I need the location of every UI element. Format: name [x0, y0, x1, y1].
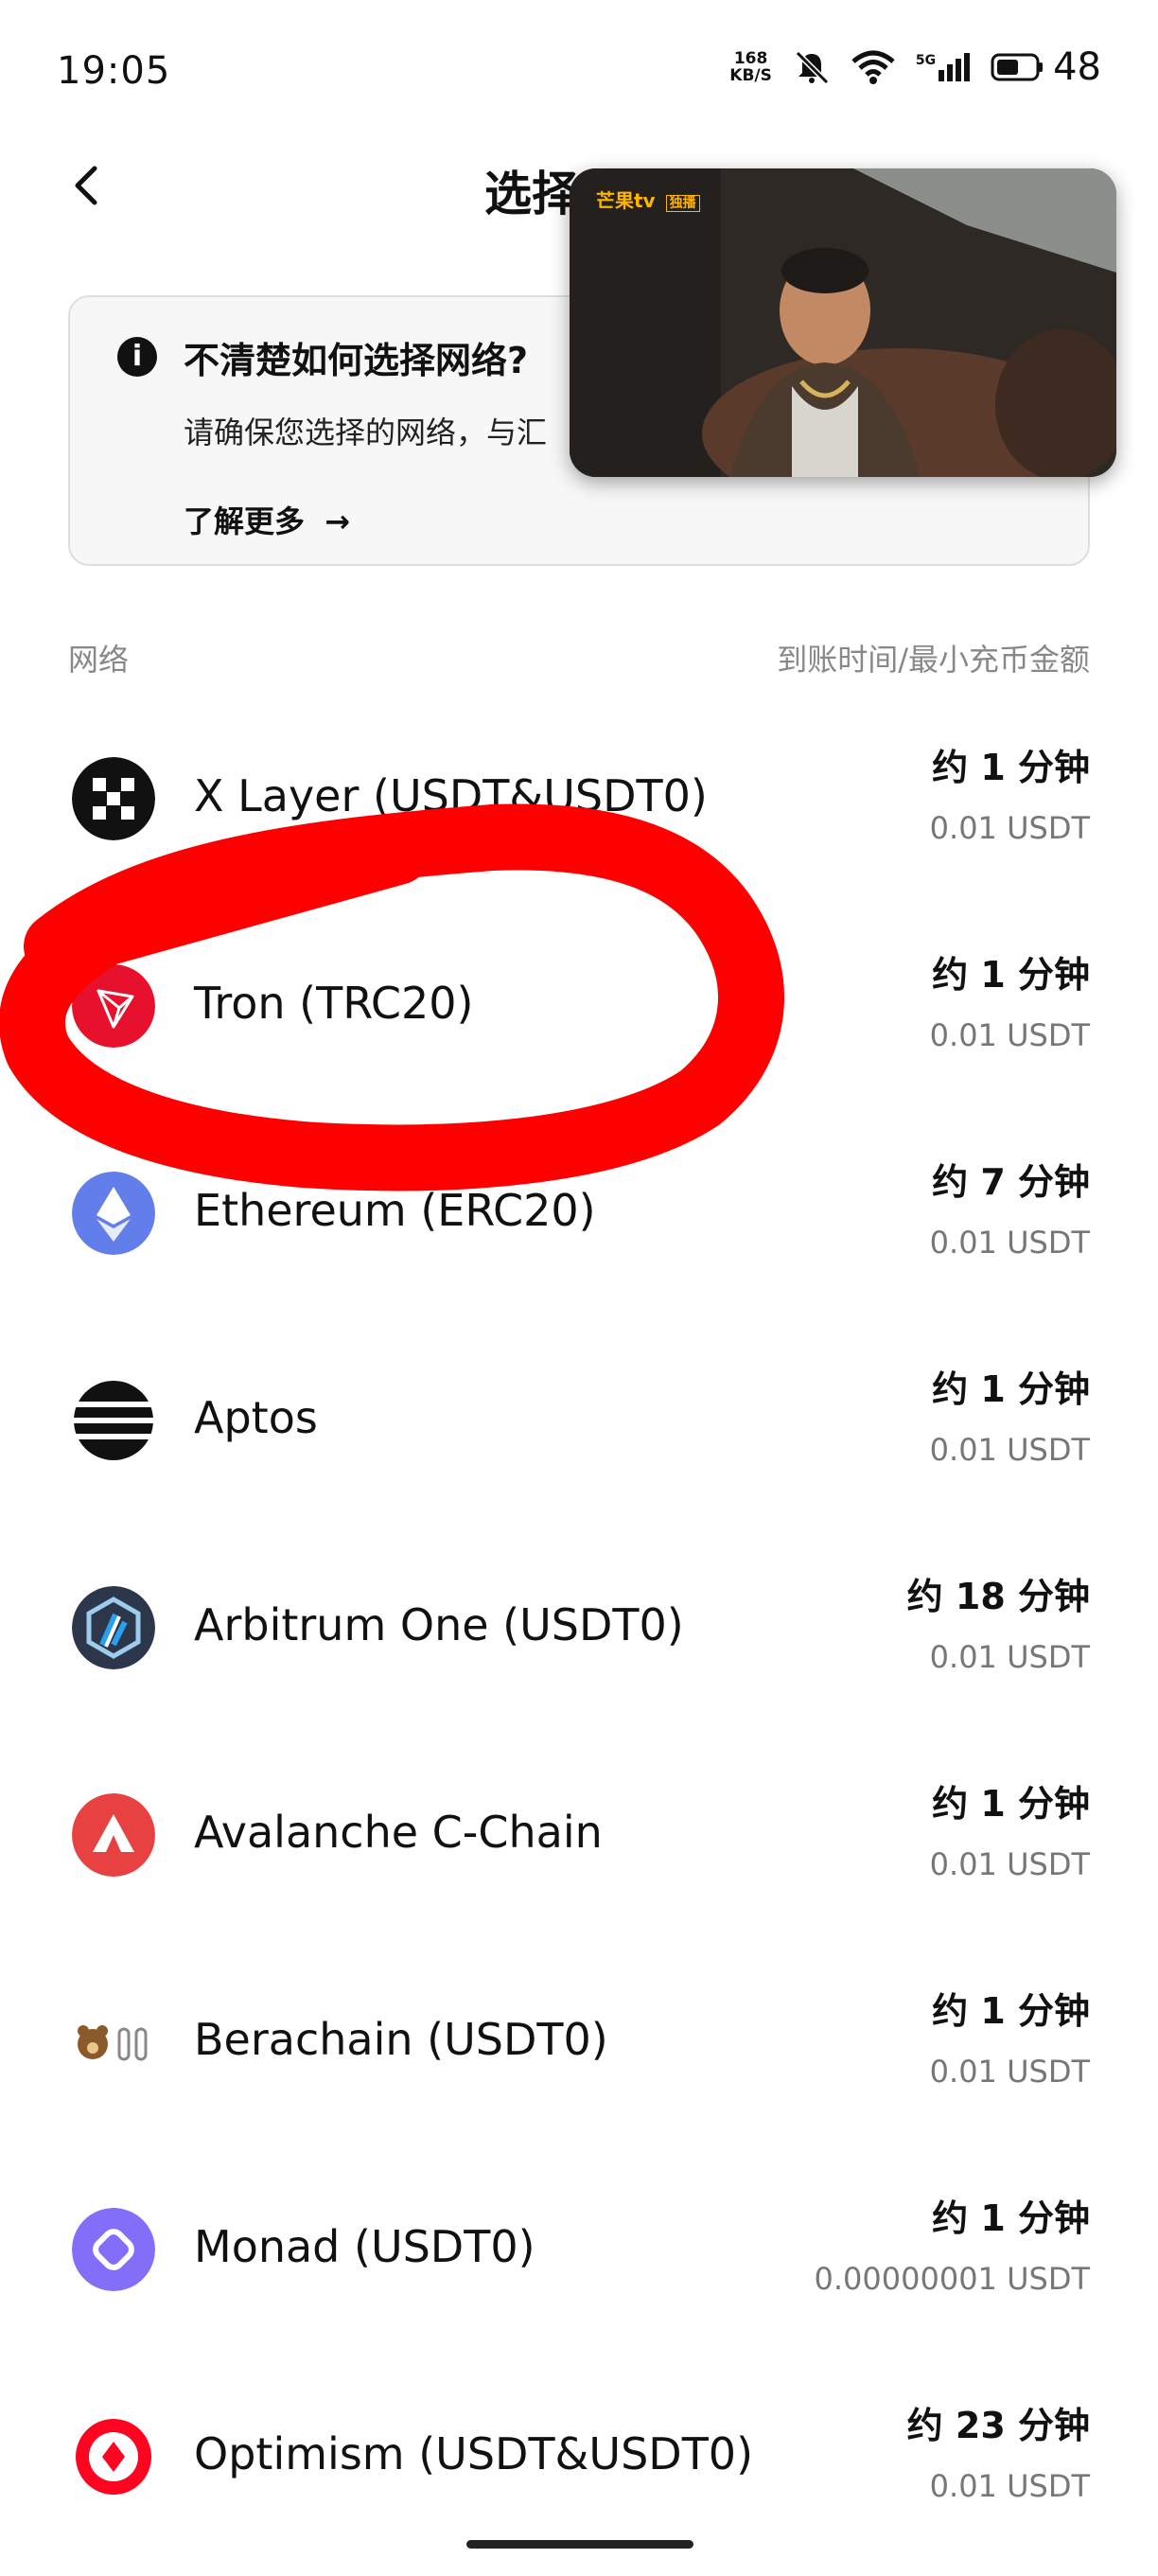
battery-level: 48: [1053, 45, 1101, 89]
network-row[interactable]: Monad (USDT0) 约 1 分钟 0.00000001 USDT: [0, 2179, 1158, 2369]
section-label-network: 网络: [68, 642, 130, 678]
arrival-time: 约 1 分钟: [932, 2197, 1090, 2239]
arrow-right-icon: →: [325, 503, 350, 539]
arrival-time: 约 1 分钟: [932, 1990, 1090, 2032]
net-speed-value: 168: [733, 49, 768, 68]
arrival-time: 约 23 分钟: [906, 2405, 1090, 2446]
arrival-time: 约 1 分钟: [932, 747, 1090, 788]
video-logo: 芒果tv 独播: [596, 185, 700, 213]
status-time: 19:05: [57, 49, 171, 93]
arrival-time: 约 7 分钟: [932, 1161, 1090, 1203]
signal-label: 5G: [915, 53, 937, 68]
video-overlay[interactable]: 芒果tv 独播: [570, 168, 1116, 477]
network-row[interactable]: Avalanche C-Chain 约 1 分钟 0.01 USDT: [0, 1765, 1158, 1954]
learn-more-label: 了解更多: [184, 503, 306, 539]
network-row[interactable]: Tron (TRC20) 约 1 分钟 0.01 USDT: [0, 936, 1158, 1125]
home-indicator[interactable]: [466, 2540, 693, 2549]
network-row[interactable]: Berachain (USDT0) 约 1 分钟 0.01 USDT: [0, 1972, 1158, 2161]
min-deposit: 0.01 USDT: [929, 2054, 1090, 2090]
network-name: Ethereum (ERC20): [194, 1185, 596, 1236]
optimism-icon: [72, 2415, 155, 2498]
video-logo-text: 芒果tv: [596, 189, 656, 212]
network-name: X Layer (USDT&USDT0): [194, 770, 708, 821]
section-label-arrival: 到账时间/最小充币金额: [777, 642, 1090, 678]
min-deposit: 0.01 USDT: [929, 1432, 1090, 1468]
cellular-signal-icon: 5G: [915, 53, 971, 81]
network-name: Avalanche C-Chain: [194, 1807, 603, 1858]
arrival-time: 约 18 分钟: [906, 1576, 1090, 1617]
arbitrum-icon: [72, 1586, 155, 1669]
avalanche-icon: [72, 1793, 155, 1877]
min-deposit: 0.01 USDT: [929, 2468, 1090, 2504]
network-name: Monad (USDT0): [194, 2221, 535, 2272]
net-speed-unit: KB/S: [729, 66, 772, 85]
info-icon: i: [117, 337, 157, 377]
min-deposit: 0.01 USDT: [929, 1846, 1090, 1882]
min-deposit: 0.01 USDT: [929, 810, 1090, 846]
network-name: Arbitrum One (USDT0): [194, 1599, 684, 1650]
mute-icon: [795, 50, 829, 85]
video-frame: [570, 168, 1116, 477]
network-name: Tron (TRC20): [194, 978, 474, 1029]
ethereum-icon: [72, 1172, 155, 1255]
berachain-icon: [72, 2001, 155, 2084]
arrival-time: 约 1 分钟: [932, 1783, 1090, 1825]
learn-more-link[interactable]: 了解更多 →: [184, 498, 350, 541]
x-layer-icon: [72, 757, 155, 840]
network-row[interactable]: Aptos 约 1 分钟 0.01 USDT: [0, 1350, 1158, 1540]
wifi-icon: [851, 50, 895, 84]
network-row[interactable]: Ethereum (ERC20) 约 7 分钟 0.01 USDT: [0, 1143, 1158, 1332]
arrival-time: 约 1 分钟: [932, 954, 1090, 996]
tron-icon: [72, 964, 155, 1048]
min-deposit: 0.00000001 USDT: [814, 2261, 1091, 2297]
network-row[interactable]: X Layer (USDT&USDT0) 约 1 分钟 0.01 USDT: [0, 729, 1158, 918]
info-card-description: 请确保您选择的网络，与汇: [184, 415, 548, 450]
network-name: Berachain (USDT0): [194, 2014, 608, 2065]
min-deposit: 0.01 USDT: [929, 1017, 1090, 1053]
min-deposit: 0.01 USDT: [929, 1225, 1090, 1261]
arrival-time: 约 1 分钟: [932, 1368, 1090, 1410]
battery: 48: [991, 45, 1101, 89]
battery-icon: [991, 53, 1044, 81]
min-deposit: 0.01 USDT: [929, 1639, 1090, 1675]
video-badge: 独播: [665, 195, 700, 212]
network-name: Optimism (USDT&USDT0): [194, 2428, 754, 2479]
network-row[interactable]: Arbitrum One (USDT0) 约 18 分钟 0.01 USDT: [0, 1558, 1158, 1747]
net-speed: 168 KB/S: [729, 50, 772, 84]
network-name: Aptos: [194, 1392, 318, 1443]
status-icons: 168 KB/S 5G 48: [729, 45, 1101, 89]
info-card-title: 不清楚如何选择网络?: [184, 340, 529, 381]
aptos-icon: [72, 1379, 155, 1462]
monad-icon: [72, 2208, 155, 2291]
